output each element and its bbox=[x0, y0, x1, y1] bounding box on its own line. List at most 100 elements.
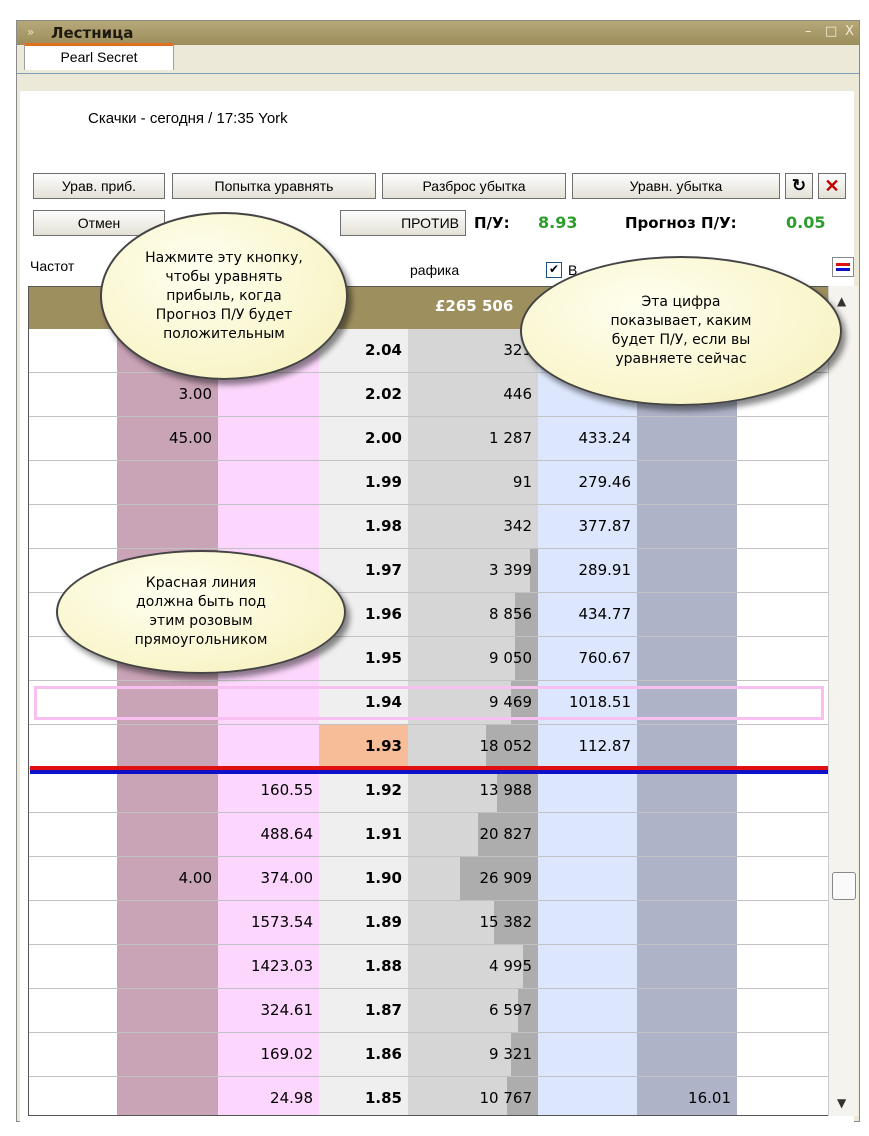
graph-checkbox[interactable]: ✔ bbox=[546, 262, 562, 278]
volume-cell[interactable]: 9 050 bbox=[408, 637, 538, 680]
price-cell[interactable]: 1.93 bbox=[319, 725, 408, 768]
lay-cell[interactable] bbox=[538, 901, 637, 944]
price-cell[interactable]: 1.99 bbox=[319, 461, 408, 504]
minimize-icon[interactable]: – bbox=[805, 24, 812, 39]
price-cell[interactable]: 1.86 bbox=[319, 1033, 408, 1076]
lay-offer-cell[interactable] bbox=[637, 769, 737, 812]
lay-cell[interactable]: 434.77 bbox=[538, 593, 637, 636]
volume-cell[interactable]: 321 bbox=[408, 329, 538, 372]
price-cell[interactable]: 1.88 bbox=[319, 945, 408, 988]
ladder-row[interactable]: 160.55 1.92 13 988 bbox=[29, 769, 831, 813]
back-cell[interactable]: 1573.54 bbox=[218, 901, 319, 944]
price-cell[interactable]: 2.00 bbox=[319, 417, 408, 460]
back-offer-cell[interactable] bbox=[117, 813, 218, 856]
volume-cell[interactable]: 446 bbox=[408, 373, 538, 416]
price-cell[interactable]: 1.98 bbox=[319, 505, 408, 548]
close-icon[interactable]: ✕ bbox=[818, 173, 846, 199]
lay-offer-cell[interactable] bbox=[637, 593, 737, 636]
lay-offer-cell[interactable] bbox=[637, 505, 737, 548]
back-cell[interactable] bbox=[218, 505, 319, 548]
lay-offer-cell[interactable] bbox=[637, 945, 737, 988]
against-button[interactable]: ПРОТИВ bbox=[340, 210, 466, 236]
volume-cell[interactable]: 8 856 bbox=[408, 593, 538, 636]
price-cell[interactable]: 1.87 bbox=[319, 989, 408, 1032]
volume-cell[interactable]: 10 767 bbox=[408, 1077, 538, 1115]
scroll-thumb[interactable] bbox=[832, 872, 856, 900]
lay-offer-cell[interactable] bbox=[637, 857, 737, 900]
lay-cell[interactable]: 433.24 bbox=[538, 417, 637, 460]
price-cell[interactable]: 1.91 bbox=[319, 813, 408, 856]
back-cell[interactable]: 169.02 bbox=[218, 1033, 319, 1076]
lay-cell[interactable]: 279.46 bbox=[538, 461, 637, 504]
lay-cell[interactable]: 760.67 bbox=[538, 637, 637, 680]
back-offer-cell[interactable] bbox=[117, 725, 218, 768]
back-offer-cell[interactable] bbox=[117, 769, 218, 812]
price-cell[interactable]: 1.89 bbox=[319, 901, 408, 944]
lay-offer-cell[interactable] bbox=[637, 813, 737, 856]
volume-cell[interactable]: 3 399 bbox=[408, 549, 538, 592]
volume-cell[interactable]: 26 909 bbox=[408, 857, 538, 900]
ladder-row[interactable]: 1.98 342 377.87 bbox=[29, 505, 831, 549]
back-offer-cell[interactable] bbox=[117, 945, 218, 988]
ladder-row[interactable]: 1423.03 1.88 4 995 bbox=[29, 945, 831, 989]
lay-cell[interactable] bbox=[538, 989, 637, 1032]
price-cell[interactable]: 1.92 bbox=[319, 769, 408, 812]
ladder-row[interactable]: 24.98 1.85 10 767 16.01 bbox=[29, 1077, 831, 1115]
back-cell[interactable] bbox=[218, 417, 319, 460]
equalize-loss-button[interactable]: Уравн. убытка bbox=[572, 173, 780, 199]
ladder-row[interactable]: 324.61 1.87 6 597 bbox=[29, 989, 831, 1033]
lay-offer-cell[interactable] bbox=[637, 989, 737, 1032]
price-cell[interactable]: 2.02 bbox=[319, 373, 408, 416]
back-cell[interactable]: 1423.03 bbox=[218, 945, 319, 988]
back-cell[interactable]: 24.98 bbox=[218, 1077, 319, 1115]
back-offer-cell[interactable] bbox=[117, 461, 218, 504]
volume-cell[interactable]: 342 bbox=[408, 505, 538, 548]
lay-offer-cell[interactable] bbox=[637, 461, 737, 504]
back-cell[interactable] bbox=[218, 725, 319, 768]
ladder-row[interactable]: 169.02 1.86 9 321 bbox=[29, 1033, 831, 1077]
ladder-scrollbar[interactable]: ▲ ▼ bbox=[828, 286, 858, 1116]
lay-cell[interactable] bbox=[538, 1077, 637, 1115]
scroll-up-icon[interactable]: ▲ bbox=[837, 294, 846, 308]
back-offer-cell[interactable]: 4.00 bbox=[117, 857, 218, 900]
back-offer-cell[interactable] bbox=[117, 505, 218, 548]
volume-cell[interactable]: 91 bbox=[408, 461, 538, 504]
back-cell[interactable]: 374.00 bbox=[218, 857, 319, 900]
lay-offer-cell[interactable] bbox=[637, 901, 737, 944]
lay-offer-cell[interactable] bbox=[637, 1033, 737, 1076]
volume-cell[interactable]: 1 287 bbox=[408, 417, 538, 460]
ladder-row[interactable]: 1.99 91 279.46 bbox=[29, 461, 831, 505]
back-cell[interactable]: 488.64 bbox=[218, 813, 319, 856]
back-offer-cell[interactable] bbox=[117, 1077, 218, 1115]
close-window-icon[interactable]: X bbox=[845, 24, 854, 39]
price-cell[interactable]: 1.85 bbox=[319, 1077, 408, 1115]
spread-loss-button[interactable]: Разброс убытка bbox=[382, 173, 566, 199]
ladder-row[interactable]: 488.64 1.91 20 827 bbox=[29, 813, 831, 857]
volume-cell[interactable]: 20 827 bbox=[408, 813, 538, 856]
back-cell[interactable]: 160.55 bbox=[218, 769, 319, 812]
back-offer-cell[interactable]: 45.00 bbox=[117, 417, 218, 460]
lay-cell[interactable] bbox=[538, 813, 637, 856]
lay-cell[interactable] bbox=[538, 945, 637, 988]
lay-offer-cell[interactable] bbox=[637, 549, 737, 592]
price-cell[interactable]: 1.90 bbox=[319, 857, 408, 900]
lay-cell[interactable]: 112.87 bbox=[538, 725, 637, 768]
volume-cell[interactable]: 18 052 bbox=[408, 725, 538, 768]
equalize-profit-button[interactable]: Урав. приб. bbox=[33, 173, 165, 199]
volume-cell[interactable]: 9 321 bbox=[408, 1033, 538, 1076]
refresh-icon[interactable]: ↻ bbox=[785, 173, 813, 199]
volume-cell[interactable]: 6 597 bbox=[408, 989, 538, 1032]
back-cell[interactable]: 324.61 bbox=[218, 989, 319, 1032]
maximize-icon[interactable]: □ bbox=[825, 24, 837, 39]
back-offer-cell[interactable] bbox=[117, 989, 218, 1032]
volume-cell[interactable]: 15 382 bbox=[408, 901, 538, 944]
ladder-row[interactable]: 1.93 18 052 112.87 bbox=[29, 725, 831, 769]
tab-pearl-secret[interactable]: Pearl Secret bbox=[24, 43, 174, 70]
lay-cell[interactable]: 289.91 bbox=[538, 549, 637, 592]
price-cell[interactable]: 1.95 bbox=[319, 637, 408, 680]
lay-cell[interactable] bbox=[538, 769, 637, 812]
ladder-lines-icon[interactable] bbox=[832, 257, 854, 277]
back-cell[interactable] bbox=[218, 461, 319, 504]
lay-cell[interactable]: 377.87 bbox=[538, 505, 637, 548]
volume-cell[interactable]: 4 995 bbox=[408, 945, 538, 988]
